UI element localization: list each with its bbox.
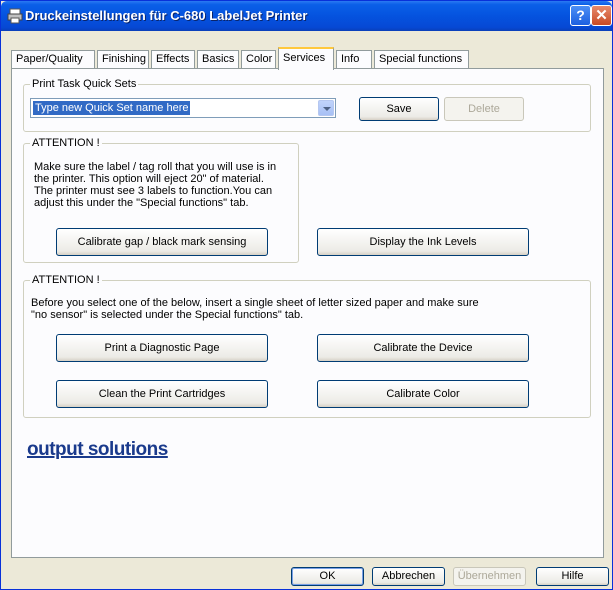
- tab-finishing[interactable]: Finishing: [97, 50, 149, 69]
- help-button[interactable]: Hilfe: [536, 567, 609, 586]
- attention-legend: ATTENTION !: [30, 137, 102, 149]
- attention-calibration-text: Make sure the label / tag roll that you …: [34, 161, 276, 209]
- cancel-button[interactable]: Abbrechen: [372, 567, 445, 586]
- chevron-down-icon[interactable]: [318, 100, 334, 116]
- tab-special-functions[interactable]: Special functions: [374, 50, 469, 69]
- ok-button[interactable]: OK: [291, 567, 364, 586]
- close-icon-button[interactable]: ✕: [591, 5, 612, 26]
- printing-preferences-window: Druckeinstellungen für C-680 LabelJet Pr…: [0, 0, 613, 590]
- calibrate-color-button[interactable]: Calibrate Color: [317, 380, 529, 408]
- attention-calibration-line: the printer. This option will eject 20" …: [34, 173, 264, 185]
- tab-paper-quality[interactable]: Paper/Quality: [11, 50, 95, 69]
- window-title: Druckeinstellungen für C-680 LabelJet Pr…: [25, 8, 308, 23]
- output-solutions-logo: output solutions: [27, 439, 168, 460]
- quick-sets-legend: Print Task Quick Sets: [30, 78, 139, 90]
- attention-maintenance-line: Before you select one of the below, inse…: [31, 297, 479, 309]
- quick-set-name-combo[interactable]: Type new Quick Set name here: [30, 98, 336, 118]
- calibrate-device-button[interactable]: Calibrate the Device: [317, 334, 529, 362]
- attention-calibration-line: adjust this under the "Special functions…: [34, 197, 249, 209]
- calibrate-gap-button[interactable]: Calibrate gap / black mark sensing: [56, 228, 268, 256]
- apply-button[interactable]: Übernehmen: [453, 567, 526, 586]
- title-bar[interactable]: Druckeinstellungen für C-680 LabelJet Pr…: [1, 1, 612, 31]
- help-icon-button[interactable]: ?: [570, 5, 591, 26]
- quick-set-name-value[interactable]: Type new Quick Set name here: [33, 101, 191, 115]
- attention-maintenance-text: Before you select one of the below, inse…: [31, 297, 479, 321]
- display-ink-levels-button[interactable]: Display the Ink Levels: [317, 228, 529, 256]
- attention-calibration-line: Make sure the label / tag roll that you …: [34, 161, 277, 173]
- tab-info[interactable]: Info: [336, 50, 372, 69]
- printer-icon: [7, 8, 23, 24]
- attention-maintenance-line: "no sensor" is selected under the Specia…: [31, 309, 304, 321]
- tab-basics[interactable]: Basics: [197, 50, 239, 69]
- print-diagnostic-page-button[interactable]: Print a Diagnostic Page: [56, 334, 268, 362]
- attention-calibration-line: The printer must see 3 labels to functio…: [34, 185, 273, 197]
- tab-color[interactable]: Color: [241, 50, 276, 69]
- save-button[interactable]: Save: [359, 97, 439, 121]
- delete-button[interactable]: Delete: [444, 97, 524, 121]
- tab-effects[interactable]: Effects: [151, 50, 195, 69]
- attention-legend: ATTENTION !: [30, 274, 102, 286]
- tab-services[interactable]: Services: [278, 47, 334, 70]
- clean-print-cartridges-button[interactable]: Clean the Print Cartridges: [56, 380, 268, 408]
